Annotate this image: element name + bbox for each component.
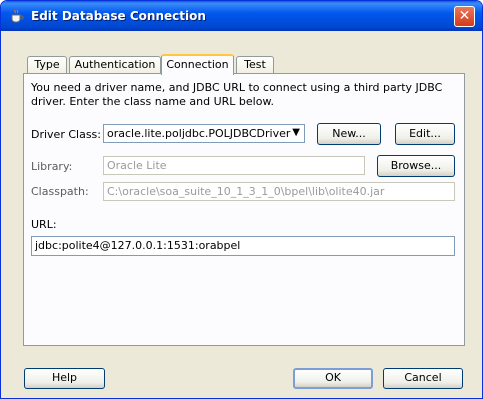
intro-text: You need a driver name, and JDBC URL to … [31, 81, 443, 108]
classpath-field: C:\oracle\soa_suite_10_1_3_1_0\bpel\lib\… [103, 182, 455, 201]
help-button[interactable]: Help [24, 368, 105, 389]
tab-panel-connection [23, 73, 465, 346]
driver-class-value: oracle.lite.poljdbc.POLJDBCDriver [107, 127, 291, 140]
url-input[interactable]: jdbc:polite4@127.0.0.1:1531:orabpel [31, 236, 455, 256]
close-button[interactable]: ✕ [454, 6, 475, 27]
classpath-label: Classpath: [31, 185, 89, 198]
close-icon: ✕ [458, 8, 471, 24]
dialog-window: Edit Database Connection ✕ Type Authenti… [0, 0, 483, 399]
url-label: URL: [31, 218, 57, 231]
tab-label: Test [244, 58, 266, 71]
dropdown-arrow-icon[interactable]: ▼ [292, 127, 300, 138]
driver-class-label: Driver Class: [31, 128, 101, 141]
tab-test[interactable]: Test [236, 56, 274, 74]
new-driver-button[interactable]: New... [317, 123, 381, 145]
library-label: Library: [31, 160, 73, 173]
coffee-cup-icon [11, 9, 24, 23]
tab-label: Connection [166, 58, 229, 71]
tab-connection[interactable]: Connection [161, 54, 234, 75]
driver-class-select[interactable]: oracle.lite.poljdbc.POLJDBCDriver ▼ [103, 124, 305, 143]
title-bar[interactable]: Edit Database Connection ✕ [1, 1, 482, 31]
tab-label: Type [34, 58, 60, 71]
cancel-button[interactable]: Cancel [383, 368, 463, 389]
tab-authentication[interactable]: Authentication [69, 56, 161, 74]
window-title: Edit Database Connection [31, 9, 206, 23]
tab-type[interactable]: Type [27, 56, 67, 74]
tab-label: Authentication [74, 58, 156, 71]
edit-driver-button[interactable]: Edit... [395, 123, 455, 145]
ok-button[interactable]: OK [293, 368, 373, 389]
library-field: Oracle Lite [103, 156, 365, 175]
browse-button[interactable]: Browse... [377, 155, 455, 177]
